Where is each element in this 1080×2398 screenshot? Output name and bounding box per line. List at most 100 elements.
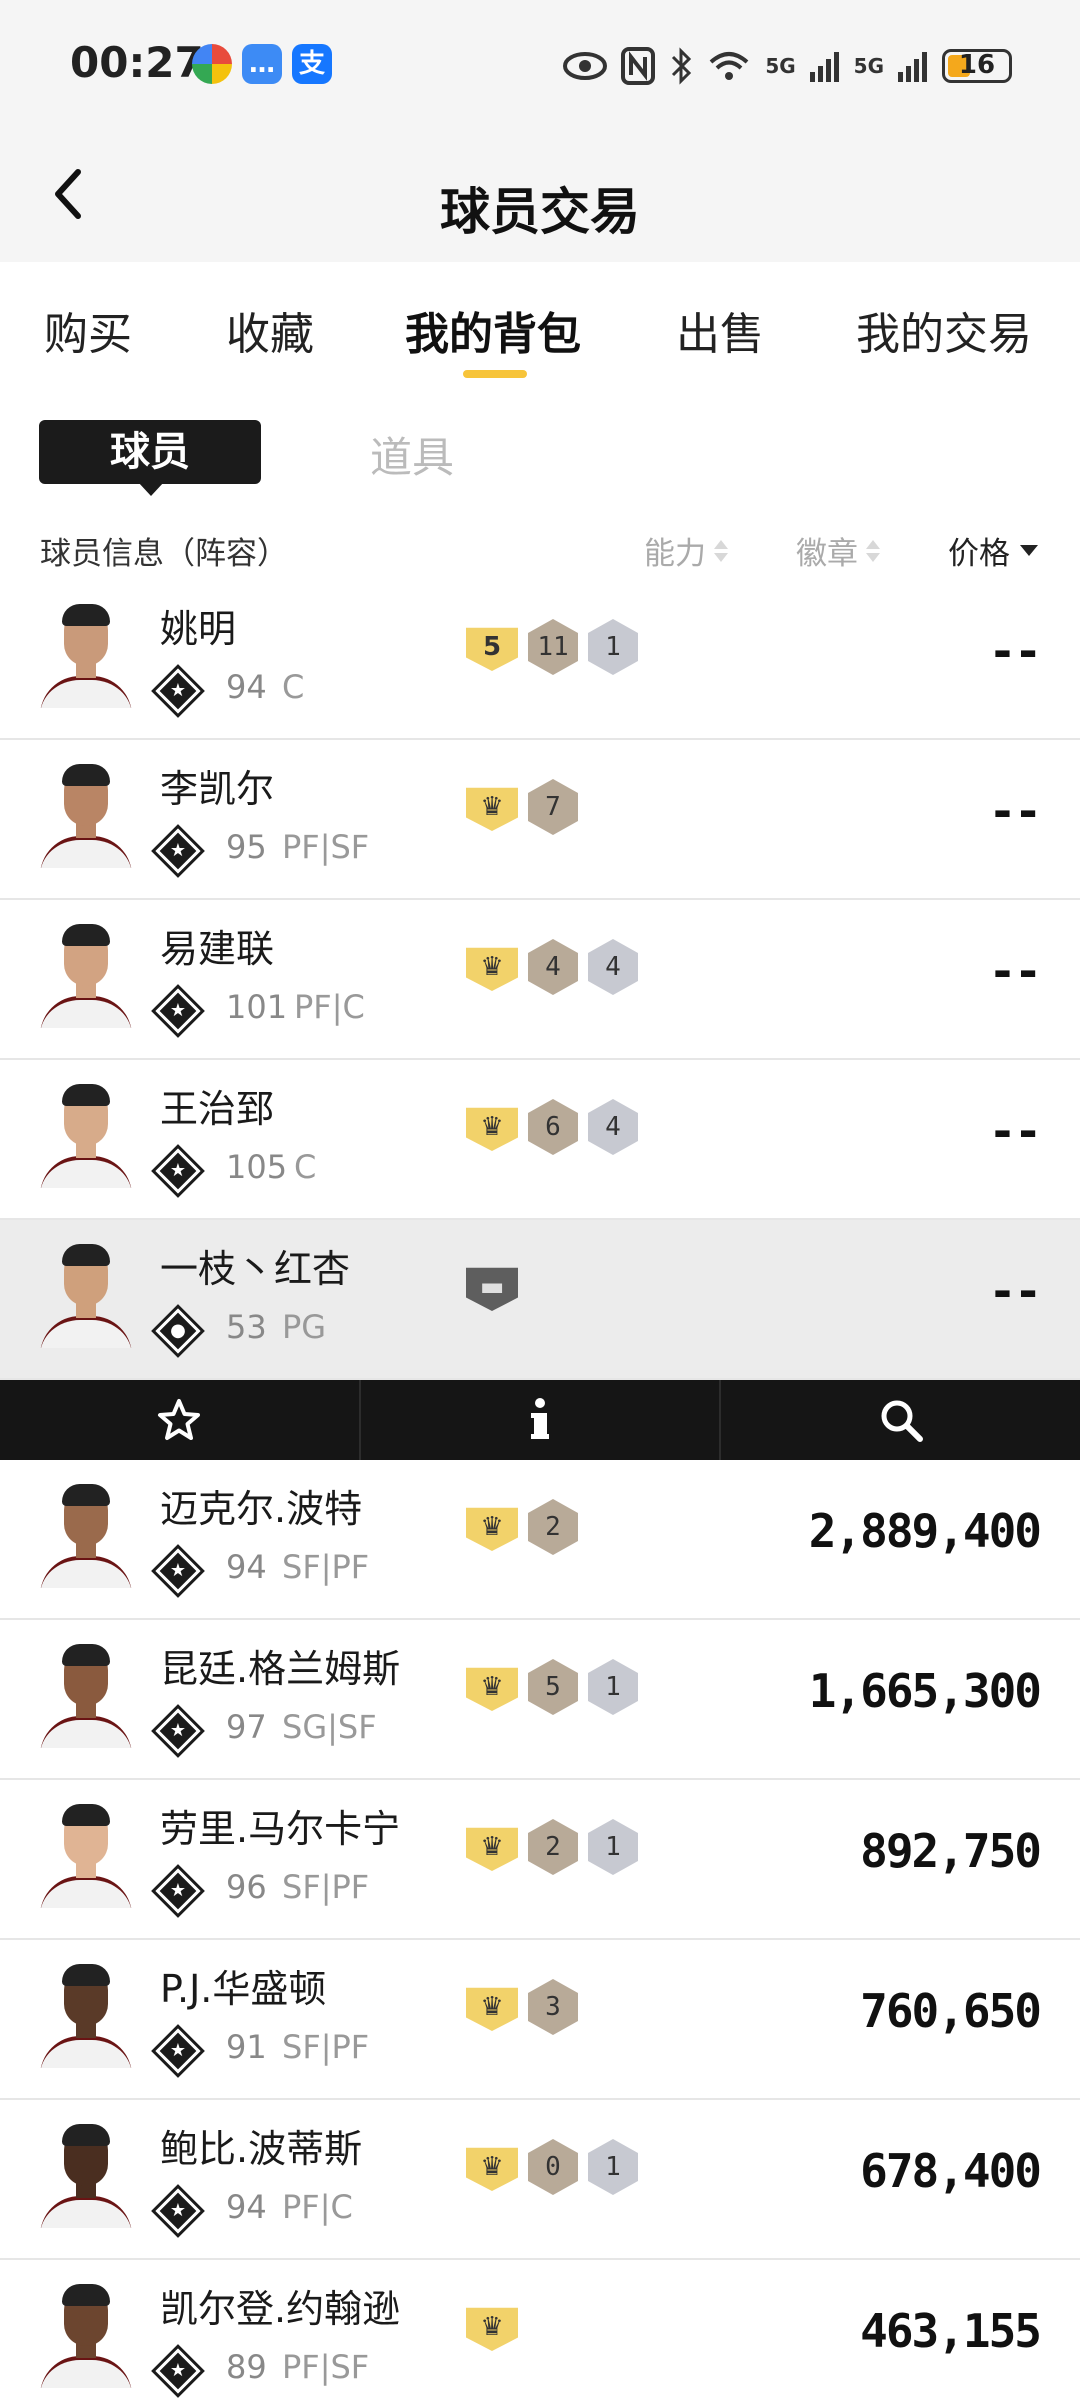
player-overall: 96 <box>226 1868 267 1906</box>
wifi-icon <box>709 52 749 80</box>
player-price: 678,400 <box>860 2144 1042 2198</box>
gold-badge-count: 1 <box>588 1659 638 1715</box>
sort-badges[interactable]: 徽章 <box>796 528 880 573</box>
player-row[interactable]: 姚明 ★ 94 C 5 11 1 -- <box>0 580 1080 740</box>
tab-favorites[interactable]: 收藏 <box>226 298 314 362</box>
tier-glyph-icon: ★ <box>169 2040 187 2061</box>
sort-ability[interactable]: 能力 <box>644 528 728 573</box>
hof-badge-count: 5 <box>528 1659 578 1715</box>
player-row[interactable]: 迈克尔.波特 ★ 94 SF|PF ♛ 2 2,889,400 <box>0 1460 1080 1620</box>
player-price: -- <box>988 1104 1042 1158</box>
hof-badge-count: 3 <box>528 1979 578 2035</box>
tier-glyph-icon: ★ <box>169 1880 187 1901</box>
tier-glyph-icon: ★ <box>169 1000 187 1021</box>
hof-badge-count: 11 <box>528 619 578 675</box>
status-indicators: 5G 5G 16 <box>563 40 1012 92</box>
column-badges-label: 徽章 <box>796 536 858 572</box>
player-badges: 5 11 1 <box>466 618 638 676</box>
gold-badge-count: 1 <box>588 2139 638 2195</box>
level-badge: 5 <box>466 627 518 671</box>
action-bar <box>0 1380 1080 1460</box>
player-overall: 101 <box>226 988 288 1026</box>
player-position: PG <box>282 1308 327 1346</box>
player-badges: ♛ 7 <box>466 778 578 836</box>
player-row[interactable]: 昆廷.格兰姆斯 ★ 97 SG|SF ♛ 5 1 1,665,300 <box>0 1620 1080 1780</box>
player-row[interactable]: 易建联 ★ 101 PF|C ♛ 4 4 -- <box>0 900 1080 1060</box>
player-avatar <box>38 1796 134 1908</box>
tier-glyph-icon: ★ <box>169 840 187 861</box>
player-avatar <box>38 1636 134 1748</box>
tab-my-backpack[interactable]: 我的背包 <box>405 298 581 362</box>
signal-bars-icon <box>809 52 839 82</box>
player-avatar <box>38 1076 134 1188</box>
player-position: PF|C <box>282 2188 353 2226</box>
info-icon <box>531 1398 549 1439</box>
player-avatar <box>38 1956 134 2068</box>
gold-badge-count: 4 <box>588 939 638 995</box>
tab-my-trades[interactable]: 我的交易 <box>856 298 1032 362</box>
messages-icon: … <box>242 44 282 84</box>
player-badges: ♛ 5 1 <box>466 1658 638 1716</box>
player-row[interactable]: 鲍比.波蒂斯 ★ 94 PF|C ♛ 0 1 678,400 <box>0 2100 1080 2260</box>
player-badges: ♛ 4 4 <box>466 938 638 996</box>
tab-buy[interactable]: 购买 <box>44 298 132 362</box>
player-row[interactable]: 凯尔登.约翰逊 ★ 89 PF|SF ♛ 463,155 <box>0 2260 1080 2398</box>
player-row[interactable]: 一枝丶红杏 ● 53 PG ▬ -- <box>0 1220 1080 1380</box>
player-position: SF|PF <box>282 1548 370 1586</box>
player-price: 892,750 <box>860 1824 1042 1878</box>
search-action[interactable] <box>721 1380 1080 1460</box>
player-avatar <box>38 756 134 868</box>
page-title: 球员交易 <box>440 183 640 241</box>
bluetooth-icon <box>672 47 692 85</box>
hof-badge-count: 2 <box>528 1819 578 1875</box>
crown-icon: ♛ <box>466 1507 518 1551</box>
column-price-label: 价格 <box>948 536 1010 572</box>
player-overall: 89 <box>226 2348 267 2386</box>
player-row[interactable]: 李凯尔 ★ 95 PF|SF ♛ 7 -- <box>0 740 1080 900</box>
crown-icon: ♛ <box>466 2147 518 2191</box>
player-overall: 53 <box>226 1308 267 1346</box>
eye-icon <box>563 52 608 80</box>
sort-price[interactable]: 价格 <box>948 528 1038 573</box>
player-price: 2,889,400 <box>808 1504 1042 1558</box>
gold-badge-count: 1 <box>588 619 638 675</box>
player-name: 凯尔登.约翰逊 <box>160 2287 401 2331</box>
empty-level-icon: ▬ <box>466 1267 518 1311</box>
crown-icon: ♛ <box>466 787 518 831</box>
hof-badge-count: 4 <box>528 939 578 995</box>
favorite-action[interactable] <box>0 1380 361 1460</box>
hof-badge-count: 7 <box>528 779 578 835</box>
player-overall: 91 <box>226 2028 267 2066</box>
crown-icon: ♛ <box>466 1107 518 1151</box>
signal-label-2: 5G <box>853 54 884 78</box>
tab-sell[interactable]: 出售 <box>676 298 764 362</box>
player-overall: 94 <box>226 1548 267 1586</box>
player-row[interactable]: P.J.华盛顿 ★ 91 SF|PF ♛ 3 760,650 <box>0 1940 1080 2100</box>
info-action[interactable] <box>361 1380 722 1460</box>
signal-label-1: 5G <box>765 54 796 78</box>
player-avatar <box>38 2276 134 2388</box>
player-row[interactable]: 劳里.马尔卡宁 ★ 96 SF|PF ♛ 2 1 892,750 <box>0 1780 1080 1940</box>
player-badges: ▬ <box>466 1258 518 1316</box>
player-price: -- <box>988 784 1042 838</box>
segment-items[interactable]: 道具 <box>370 424 454 485</box>
player-overall: 94 <box>226 668 267 706</box>
player-name: 鲍比.波蒂斯 <box>160 2127 363 2171</box>
tier-glyph-icon: ★ <box>169 1720 187 1741</box>
tier-glyph-icon: ★ <box>169 1560 187 1581</box>
star-icon <box>158 1399 201 1440</box>
tier-glyph-icon: ★ <box>169 2200 187 2221</box>
signal-bars-icon <box>898 52 927 82</box>
player-position: C <box>282 668 305 706</box>
player-badges: ♛ 0 1 <box>466 2138 638 2196</box>
player-badges: ♛ 3 <box>466 1978 578 2036</box>
search-icon <box>881 1400 923 1442</box>
player-name: 王治郅 <box>160 1087 275 1131</box>
segment-players[interactable]: 球员 <box>39 420 261 484</box>
player-position: SF|PF <box>282 1868 370 1906</box>
player-row[interactable]: 王治郅 ★ 105 C ♛ 6 4 -- <box>0 1060 1080 1220</box>
player-badges: ♛ 2 1 <box>466 1818 638 1876</box>
hof-badge-count: 2 <box>528 1499 578 1555</box>
player-avatar <box>38 1476 134 1588</box>
player-overall: 94 <box>226 2188 267 2226</box>
